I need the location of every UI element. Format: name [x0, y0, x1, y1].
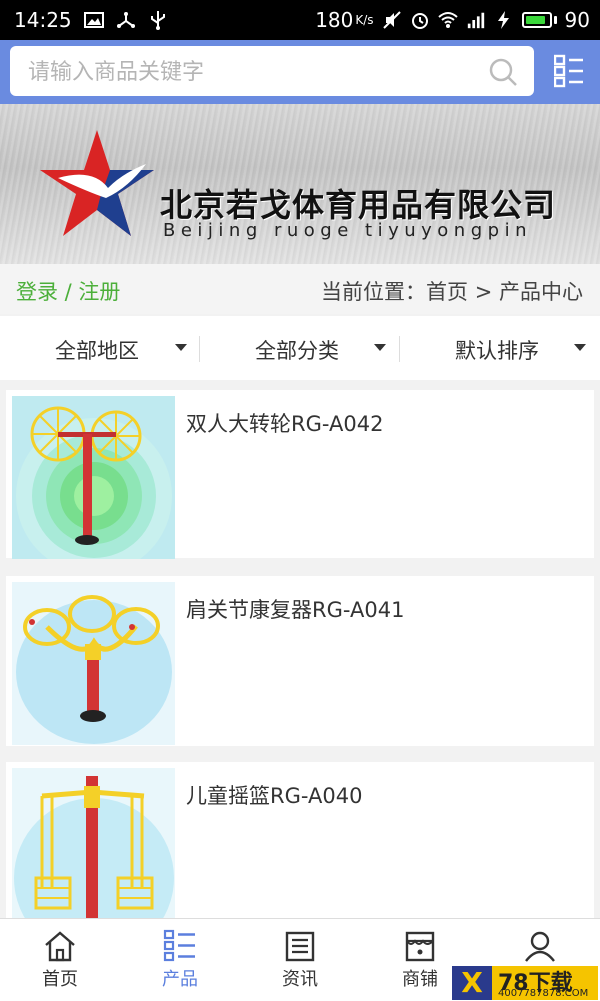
news-icon — [285, 931, 315, 962]
chevron-down-icon — [175, 344, 187, 351]
filter-bar: 全部地区 全部分类 默认排序 — [0, 316, 600, 380]
tab-products[interactable]: 产品 — [120, 919, 240, 1001]
watermark-logo: X — [452, 966, 492, 1000]
search-box — [10, 46, 534, 98]
login-register-link[interactable]: 登录 / 注册 — [16, 276, 120, 306]
header — [0, 40, 600, 104]
mute-icon — [382, 11, 401, 29]
filter-category[interactable]: 全部分类 — [200, 316, 400, 380]
alarm-icon — [411, 13, 428, 29]
product-image-shoulder-rehab — [12, 582, 175, 745]
product-title[interactable]: 肩关节康复器RG-A041 — [186, 594, 404, 624]
filter-sort-label: 默认排序 — [455, 339, 539, 363]
category-menu-icon[interactable] — [554, 54, 584, 88]
tab-products-label: 产品 — [162, 969, 198, 990]
product-title[interactable]: 双人大转轮RG-A042 — [186, 408, 383, 438]
network-speed: 180 — [315, 8, 354, 32]
store-icon — [405, 931, 435, 962]
company-banner: 北京若戈体育用品有限公司 Beijing ruoge tiyuyongpin — [0, 104, 600, 264]
tab-home[interactable]: 首页 — [0, 919, 120, 1001]
tab-home-label: 首页 — [42, 969, 78, 990]
company-logo-star-icon — [40, 130, 154, 236]
breadcrumb: 当前位置：首页 > 产品中心 — [321, 280, 583, 304]
tab-news-label: 资讯 — [282, 969, 318, 990]
battery-icon — [521, 12, 557, 28]
gallery-icon — [83, 12, 104, 28]
filter-region-label: 全部地区 — [55, 339, 139, 363]
signal-icon — [467, 12, 484, 29]
usb-icon — [150, 11, 165, 30]
download-site-watermark: X 78下载 4007787878.COM — [452, 966, 598, 1000]
product-card[interactable]: 肩关节康复器RG-A041 — [6, 576, 594, 746]
product-card[interactable]: 双人大转轮RG-A042 — [6, 390, 594, 559]
search-input[interactable] — [26, 46, 470, 98]
filter-region[interactable]: 全部地区 — [0, 316, 200, 380]
company-name-en: Beijing ruoge tiyuyongpin — [163, 220, 532, 241]
wifi-icon — [437, 12, 458, 28]
status-time: 14:25 — [14, 8, 72, 32]
chevron-down-icon — [574, 344, 586, 351]
product-card[interactable]: 儿童摇篮RG-A040 — [6, 762, 594, 931]
share-icon — [116, 12, 135, 28]
home-icon — [45, 931, 75, 962]
user-icon — [525, 931, 555, 962]
charging-icon — [497, 11, 509, 29]
watermark-phone: 4007787878.COM — [498, 988, 589, 999]
battery-level: 90 — [564, 8, 590, 32]
status-bar: 14:25 180 K/s 90 — [0, 0, 600, 40]
filter-sort[interactable]: 默认排序 — [400, 316, 600, 380]
product-grid-icon — [163, 929, 195, 962]
product-image-double-wheel — [12, 396, 175, 559]
tab-news[interactable]: 资讯 — [240, 919, 360, 1001]
filter-category-label: 全部分类 — [255, 339, 339, 363]
product-title[interactable]: 儿童摇篮RG-A040 — [186, 780, 362, 810]
network-speed-unit: K/s — [355, 13, 374, 27]
search-icon[interactable] — [488, 57, 518, 87]
battery-fill — [525, 16, 546, 24]
login-bar: 登录 / 注册 当前位置：首页 > 产品中心 — [0, 264, 600, 314]
chevron-down-icon — [374, 344, 386, 351]
product-image-child-cradle — [12, 768, 175, 931]
